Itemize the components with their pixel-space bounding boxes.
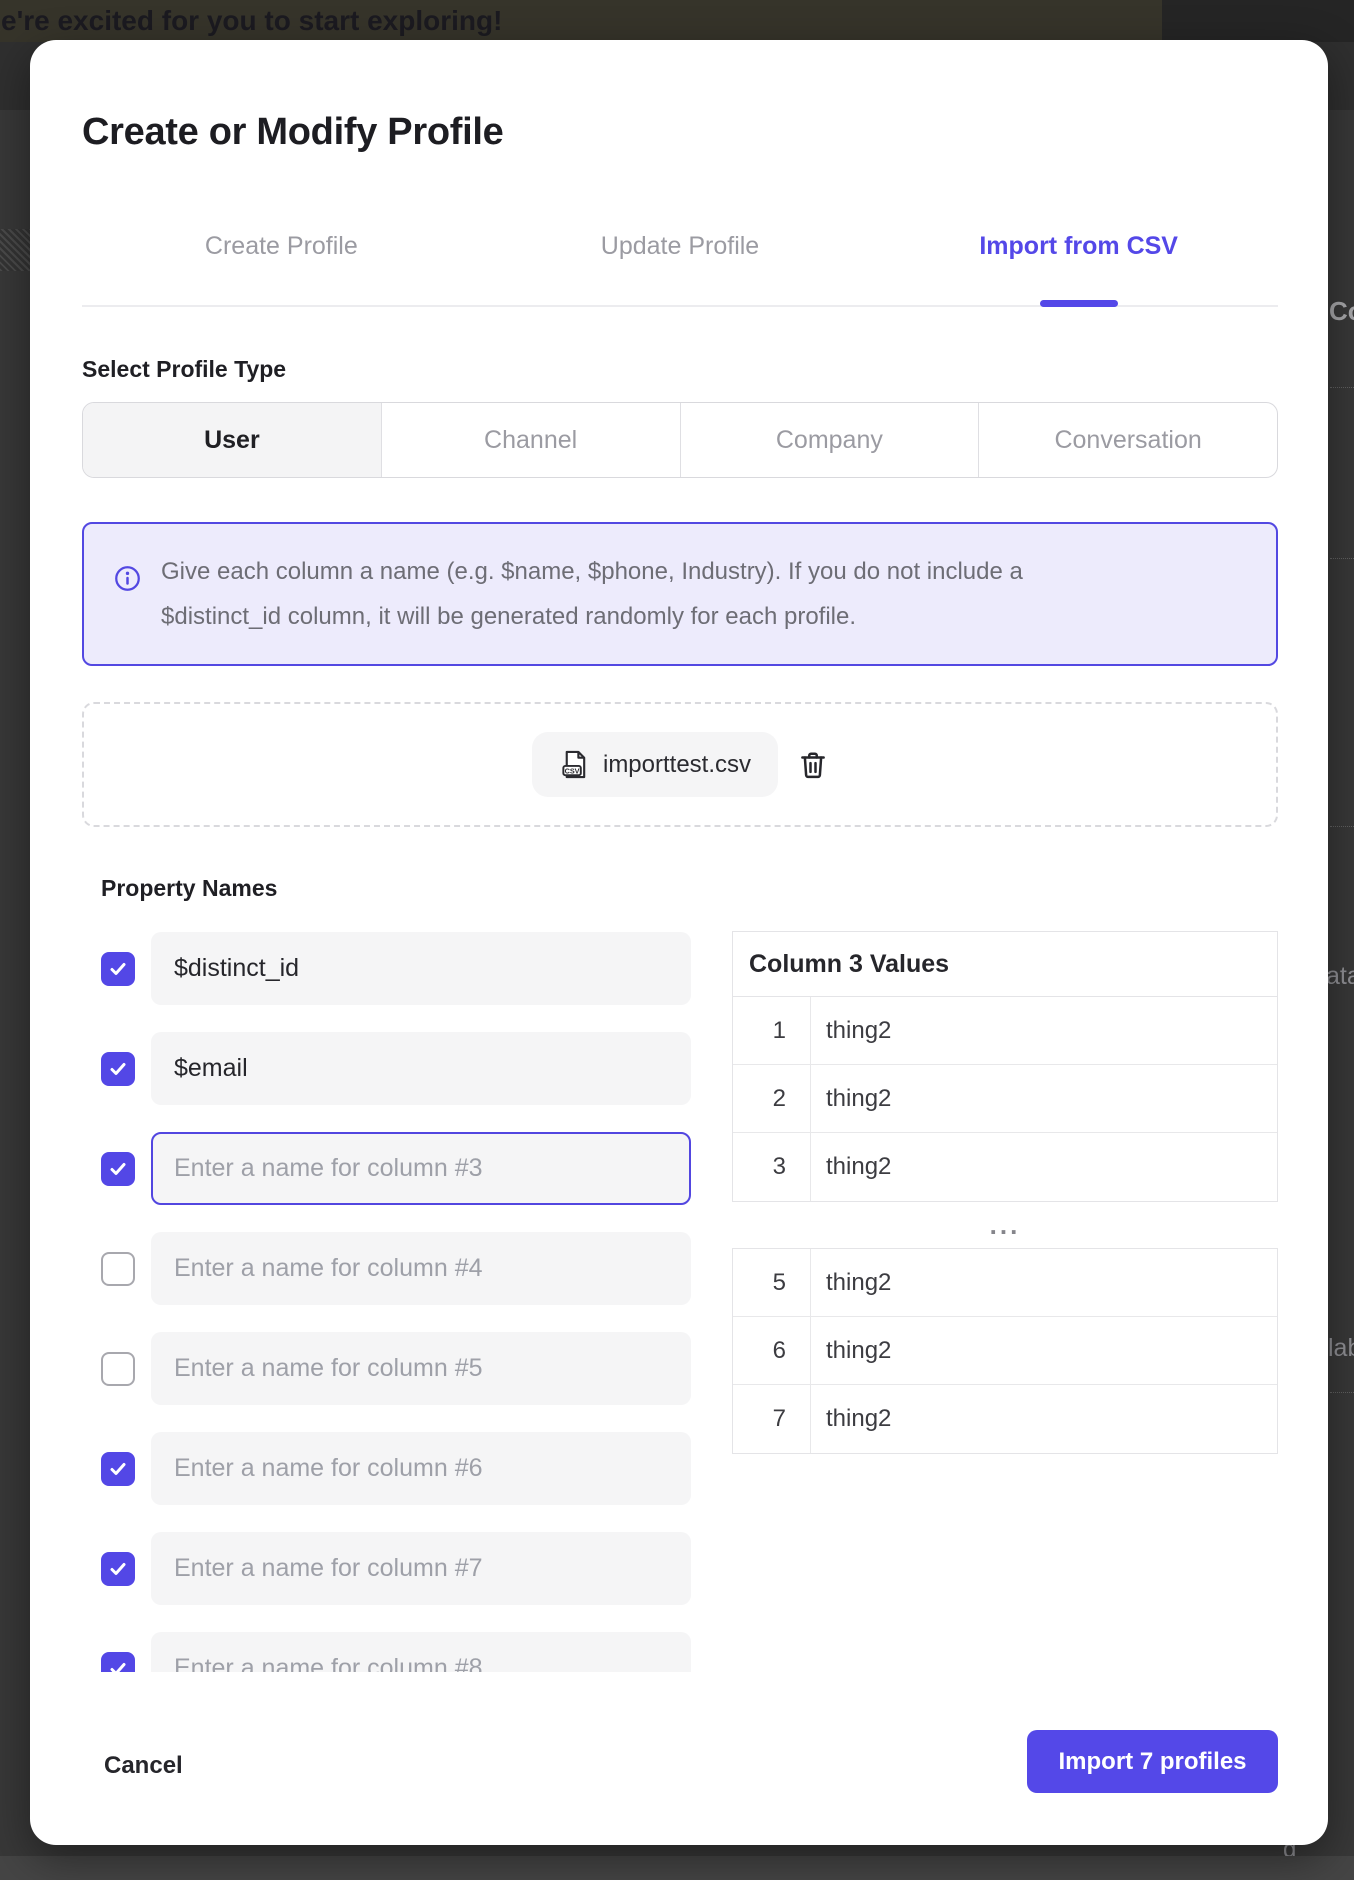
property-row: [101, 1532, 691, 1605]
property-checkbox-8[interactable]: [101, 1652, 135, 1673]
row-index: 3: [733, 1133, 811, 1201]
background-gridline: [1330, 558, 1354, 559]
create-or-modify-profile-dialog: Create or Modify Profile Create Profile …: [30, 40, 1328, 1845]
row-value: thing2: [811, 1385, 1277, 1453]
property-name-input-4[interactable]: [151, 1232, 691, 1305]
property-checkbox-2[interactable]: [101, 1052, 135, 1086]
row-index: 5: [733, 1249, 811, 1316]
profile-type-channel[interactable]: Channel: [381, 403, 680, 477]
table-row: 3 thing2: [733, 1133, 1277, 1201]
background-gridline: [1330, 387, 1354, 388]
table-row: 2 thing2: [733, 1065, 1277, 1133]
import-profiles-button[interactable]: Import 7 profiles: [1027, 1730, 1278, 1793]
background-text-fragment: Co: [1329, 296, 1354, 327]
check-icon: [108, 1659, 128, 1673]
row-index: 1: [733, 997, 811, 1064]
check-icon: [108, 1059, 128, 1079]
background-banner-dark-area: [1162, 0, 1354, 42]
trash-icon: [798, 750, 828, 780]
property-checkbox-4[interactable]: [101, 1252, 135, 1286]
property-names-list: [101, 932, 691, 1672]
svg-text:CSV: CSV: [565, 767, 580, 776]
background-texture: [0, 229, 30, 271]
property-name-input-7[interactable]: [151, 1532, 691, 1605]
check-icon: [108, 1559, 128, 1579]
property-row: [101, 1132, 691, 1205]
row-value: thing2: [811, 1317, 1277, 1384]
table-header: Column 3 Values: [733, 932, 1277, 997]
info-banner-line2: $distinct_id column, it will be generate…: [161, 594, 1023, 639]
uploaded-file-name: importtest.csv: [603, 751, 751, 779]
active-tab-indicator: [1040, 300, 1118, 307]
info-icon: [114, 565, 141, 592]
cancel-button[interactable]: Cancel: [104, 1752, 183, 1780]
check-icon: [108, 1159, 128, 1179]
row-value: thing2: [811, 1249, 1277, 1316]
property-name-input-5[interactable]: [151, 1332, 691, 1405]
info-banner: Give each column a name (e.g. $name, $ph…: [82, 522, 1278, 666]
property-row: [101, 1632, 691, 1672]
tab-update-profile[interactable]: Update Profile: [481, 224, 880, 268]
profile-type-user[interactable]: User: [83, 403, 381, 477]
background-gridline: [1330, 826, 1354, 827]
property-row: [101, 932, 691, 1005]
row-value: thing2: [811, 1133, 1277, 1201]
tab-create-profile[interactable]: Create Profile: [82, 224, 481, 268]
screen: e're excited for you to start exploring!…: [0, 0, 1354, 1880]
csv-dropzone[interactable]: CSV importtest.csv: [82, 702, 1278, 827]
property-name-input-6[interactable]: [151, 1432, 691, 1505]
row-value: thing2: [811, 997, 1277, 1064]
background-text-fragment: lab: [1328, 1334, 1354, 1363]
background-gridline: [1330, 1392, 1354, 1393]
property-checkbox-7[interactable]: [101, 1552, 135, 1586]
property-row: [101, 1432, 691, 1505]
property-name-input-8[interactable]: [151, 1632, 691, 1672]
row-index: 7: [733, 1385, 811, 1453]
profile-type-segmented-control: User Channel Company Conversation: [82, 402, 1278, 478]
dialog-title: Create or Modify Profile: [82, 111, 503, 154]
row-index: 2: [733, 1065, 811, 1132]
info-banner-text: Give each column a name (e.g. $name, $ph…: [161, 524, 1023, 664]
column-values-table-bottom: 5 thing2 6 thing2 7 thing2: [732, 1248, 1278, 1454]
property-checkbox-5[interactable]: [101, 1352, 135, 1386]
tab-import-from-csv[interactable]: Import from CSV: [879, 224, 1278, 268]
property-row: [101, 1332, 691, 1405]
check-icon: [108, 1459, 128, 1479]
background-banner-text: e're excited for you to start exploring!: [1, 5, 502, 37]
column-values-preview: Column 3 Values 1 thing2 2 thing2 3 thin…: [732, 931, 1278, 1454]
property-checkbox-1[interactable]: [101, 952, 135, 986]
property-checkbox-6[interactable]: [101, 1452, 135, 1486]
property-checkbox-3[interactable]: [101, 1152, 135, 1186]
info-banner-line1: Give each column a name (e.g. $name, $ph…: [161, 549, 1023, 594]
property-name-input-3[interactable]: [151, 1132, 691, 1205]
background-banner: e're excited for you to start exploring!: [0, 0, 1354, 42]
background-bottom-band: [0, 1856, 1354, 1880]
csv-file-icon: CSV: [559, 749, 590, 780]
select-profile-type-label: Select Profile Type: [82, 356, 286, 383]
property-row: [101, 1232, 691, 1305]
property-name-input-1[interactable]: [151, 932, 691, 1005]
dialog-tabs: Create Profile Update Profile Import fro…: [82, 224, 1278, 268]
background-text-fragment: ata: [1326, 962, 1354, 991]
property-row: [101, 1032, 691, 1105]
profile-type-conversation[interactable]: Conversation: [978, 403, 1277, 477]
uploaded-file-chip: CSV importtest.csv: [532, 732, 778, 797]
table-ellipsis: ...: [732, 1202, 1278, 1248]
table-row: 6 thing2: [733, 1317, 1277, 1385]
row-index: 6: [733, 1317, 811, 1384]
delete-file-button[interactable]: [798, 750, 828, 780]
property-names-label: Property Names: [101, 875, 277, 902]
row-value: thing2: [811, 1065, 1277, 1132]
table-row: 5 thing2: [733, 1249, 1277, 1317]
check-icon: [108, 959, 128, 979]
table-row: 7 thing2: [733, 1385, 1277, 1453]
table-row: 1 thing2: [733, 997, 1277, 1065]
profile-type-company[interactable]: Company: [680, 403, 979, 477]
column-values-table-top: Column 3 Values 1 thing2 2 thing2 3 thin…: [732, 931, 1278, 1202]
property-name-input-2[interactable]: [151, 1032, 691, 1105]
